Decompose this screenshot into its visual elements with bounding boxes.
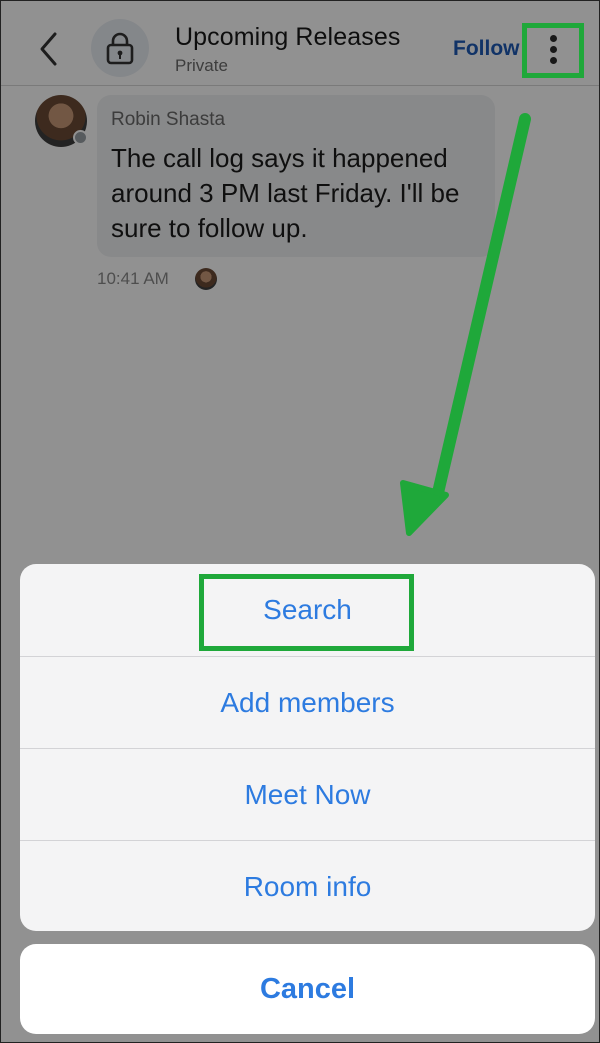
guide-arrow bbox=[400, 113, 531, 536]
app-frame: Upcoming Releases Private Follow Robin S… bbox=[0, 0, 600, 1043]
